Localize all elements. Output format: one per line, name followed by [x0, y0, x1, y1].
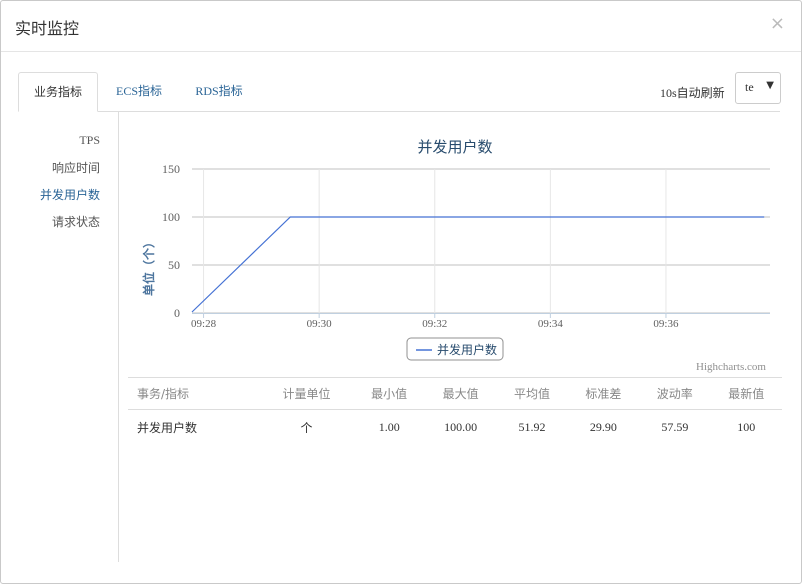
tab-ecs-metrics[interactable]: ECS指标 [106, 72, 172, 110]
x-tick-label: 09:34 [538, 318, 564, 330]
cell-max: 100.00 [444, 419, 478, 434]
dialog-title: 实时监控 [15, 19, 80, 38]
col-header-unit: 计量单位 [259, 377, 354, 410]
x-tick-label: 09:32 [422, 318, 447, 330]
col-header-volatility: 波动率 [639, 377, 711, 410]
cell-volatility: 57.59 [661, 419, 689, 434]
chart-title: 并发用户数 [417, 138, 492, 156]
legend-item-label[interactable]: 并发用户数 [437, 342, 497, 357]
chart-credit[interactable]: Highcharts.com [696, 361, 766, 373]
cell-stddev: 29.90 [589, 419, 617, 434]
y-tick-label: 0 [174, 306, 180, 320]
y-tick-label: 50 [168, 258, 180, 272]
table-header-row: 事务/指标 计量单位 最小值 最大值 平均值 标准差 波动率 最新值 [128, 377, 782, 410]
y-tick-labels: 0 50 100 150 [162, 162, 180, 320]
col-header-stddev: 标准差 [567, 377, 640, 410]
x-tick-label: 09:28 [191, 318, 217, 330]
y-tick-label: 150 [162, 162, 180, 176]
side-divider [118, 112, 119, 562]
side-item-request-status[interactable]: 请求状态 [52, 213, 100, 230]
cell-unit: 个 [300, 420, 313, 435]
cell-latest: 100 [737, 419, 756, 434]
side-item-tps[interactable]: TPS [79, 133, 100, 148]
side-item-concurrent-users[interactable]: 并发用户数 [40, 186, 100, 203]
concurrent-users-chart: 并发用户数 0 50 100 150 09:28 09:30 09:32 09:34 09:3… [141, 138, 770, 361]
stats-table: 事务/指标 计量单位 最小值 最大值 平均值 标准差 波动率 最新值 并发用户数… [128, 377, 782, 444]
x-tick-label: 09:30 [307, 318, 333, 330]
dialog-header: 实时监控 × [1, 1, 801, 52]
x-tick-labels: 09:28 09:30 09:32 09:34 09:36 [191, 318, 679, 330]
cell-avg: 51.92 [518, 419, 546, 434]
x-tick-label: 09:36 [653, 318, 679, 330]
chevron-down-icon: ▼ [766, 80, 774, 91]
tab-business-metrics[interactable]: 业务指标 [18, 72, 98, 112]
col-header-max: 最大值 [424, 377, 497, 410]
auto-refresh-label: 10s自动刷新 [660, 86, 725, 100]
chart-grid [192, 168, 770, 318]
col-header-metric: 事务/指标 [128, 377, 260, 410]
y-tick-label: 100 [162, 210, 180, 224]
refresh-select-value: te [745, 80, 754, 94]
y-axis-label: 单位（个） [141, 236, 156, 296]
chart-legend[interactable]: 并发用户数 [406, 337, 504, 361]
refresh-select[interactable]: te ▼ [735, 72, 781, 104]
col-header-latest: 最新值 [710, 377, 782, 410]
cell-metric: 并发用户数 [137, 420, 198, 435]
col-header-avg: 平均值 [496, 377, 568, 410]
col-header-min: 最小值 [353, 377, 425, 410]
cell-min: 1.00 [378, 419, 400, 434]
tab-rds-metrics[interactable]: RDS指标 [186, 72, 252, 110]
close-icon[interactable]: × [770, 13, 785, 34]
table-row: 并发用户数 个 1.00 100.00 51.92 29.90 57.59 10… [128, 410, 782, 445]
side-item-response-time[interactable]: 响应时间 [52, 159, 100, 176]
